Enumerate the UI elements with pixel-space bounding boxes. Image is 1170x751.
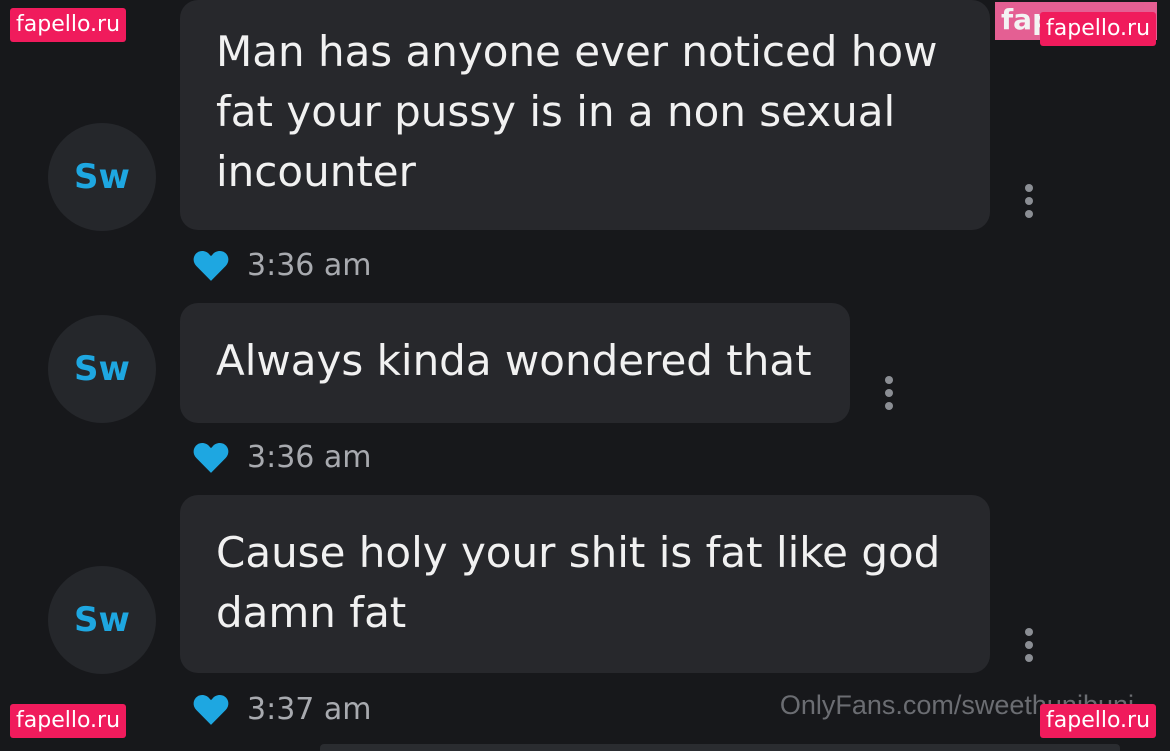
more-vertical-icon[interactable] xyxy=(1024,184,1034,218)
heart-icon[interactable] xyxy=(191,689,231,729)
composer-edge xyxy=(320,744,1120,751)
site-watermark: fapello.ru xyxy=(1040,12,1157,46)
heart-icon[interactable] xyxy=(191,245,231,285)
sender-avatar[interactable]: Sw xyxy=(48,566,156,674)
site-watermark: fapello.ru xyxy=(10,8,127,42)
more-vertical-icon[interactable] xyxy=(1024,628,1034,662)
sender-avatar[interactable]: Sw xyxy=(48,123,156,231)
site-watermark: fapello.ru xyxy=(1040,704,1157,738)
message-bubble[interactable]: Cause holy your shit is fat like god dam… xyxy=(180,495,990,673)
avatar-initials: Sw xyxy=(74,157,130,197)
message-bubble[interactable]: Man has anyone ever noticed how fat your… xyxy=(180,0,990,230)
avatar-initials: Sw xyxy=(74,349,130,389)
message-timestamp: 3:36 am xyxy=(247,247,372,283)
heart-icon[interactable] xyxy=(191,437,231,477)
site-watermark: fapello.ru xyxy=(10,704,127,738)
message-bubble[interactable]: Always kinda wondered that xyxy=(180,303,850,423)
message-timestamp: 3:37 am xyxy=(247,691,372,727)
more-vertical-icon[interactable] xyxy=(884,376,894,410)
message-text: Cause holy your shit is fat like god dam… xyxy=(216,528,941,637)
message-meta: 3:37 am xyxy=(191,689,372,729)
message-meta: 3:36 am xyxy=(191,245,372,285)
sender-avatar[interactable]: Sw xyxy=(48,315,156,423)
message-text: Man has anyone ever noticed how fat your… xyxy=(216,27,938,196)
avatar-initials: Sw xyxy=(74,600,130,640)
message-meta: 3:36 am xyxy=(191,437,372,477)
message-timestamp: 3:36 am xyxy=(247,439,372,475)
message-text: Always kinda wondered that xyxy=(216,336,812,385)
